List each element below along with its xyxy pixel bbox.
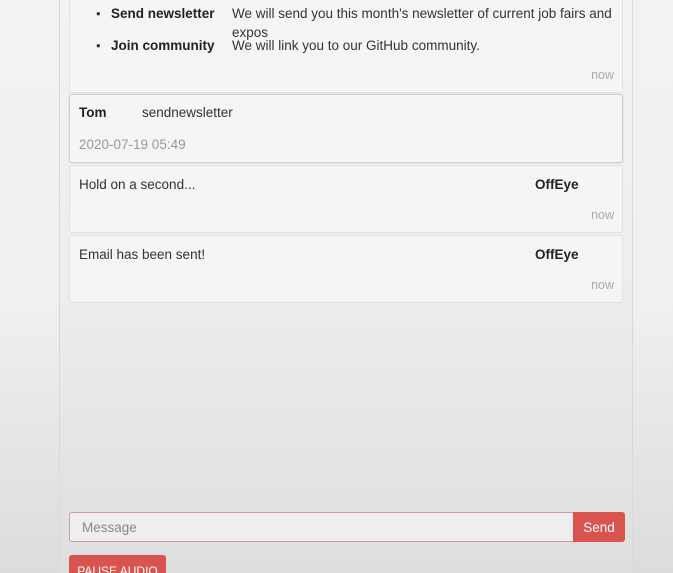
user-message: Tom sendnewsletter 2020-07-19 05:49 xyxy=(69,94,623,163)
bot-message: Email has been sent! OffEye now xyxy=(69,235,623,303)
chat-panel: • Send newsletter We will send you this … xyxy=(59,0,633,573)
bot-options-message: • Send newsletter We will send you this … xyxy=(69,0,623,93)
message-composer: Send xyxy=(69,512,625,542)
option-description: We will link you to our GitHub community… xyxy=(232,38,480,53)
bot-message-text: Email has been sent! xyxy=(79,247,206,262)
message-time: now xyxy=(591,278,614,292)
message-time: now xyxy=(591,68,614,82)
message-time: now xyxy=(591,208,614,222)
message-timestamp: 2020-07-19 05:49 xyxy=(79,137,186,152)
bullet-icon: • xyxy=(96,6,101,21)
bullet-icon: • xyxy=(96,38,101,53)
user-message-text: sendnewsletter xyxy=(142,105,233,120)
option-name: Join community xyxy=(111,38,215,53)
bot-name: OffEye xyxy=(535,247,579,262)
bot-message-text: Hold on a second... xyxy=(79,177,196,192)
send-button[interactable]: Send xyxy=(573,512,625,542)
bot-message: Hold on a second... OffEye now xyxy=(69,165,623,233)
pause-audio-button[interactable]: PAUSE AUDIO xyxy=(69,555,166,573)
user-name: Tom xyxy=(79,105,107,120)
bot-name: OffEye xyxy=(535,177,579,192)
option-name: Send newsletter xyxy=(111,6,215,21)
message-input[interactable] xyxy=(69,512,574,542)
